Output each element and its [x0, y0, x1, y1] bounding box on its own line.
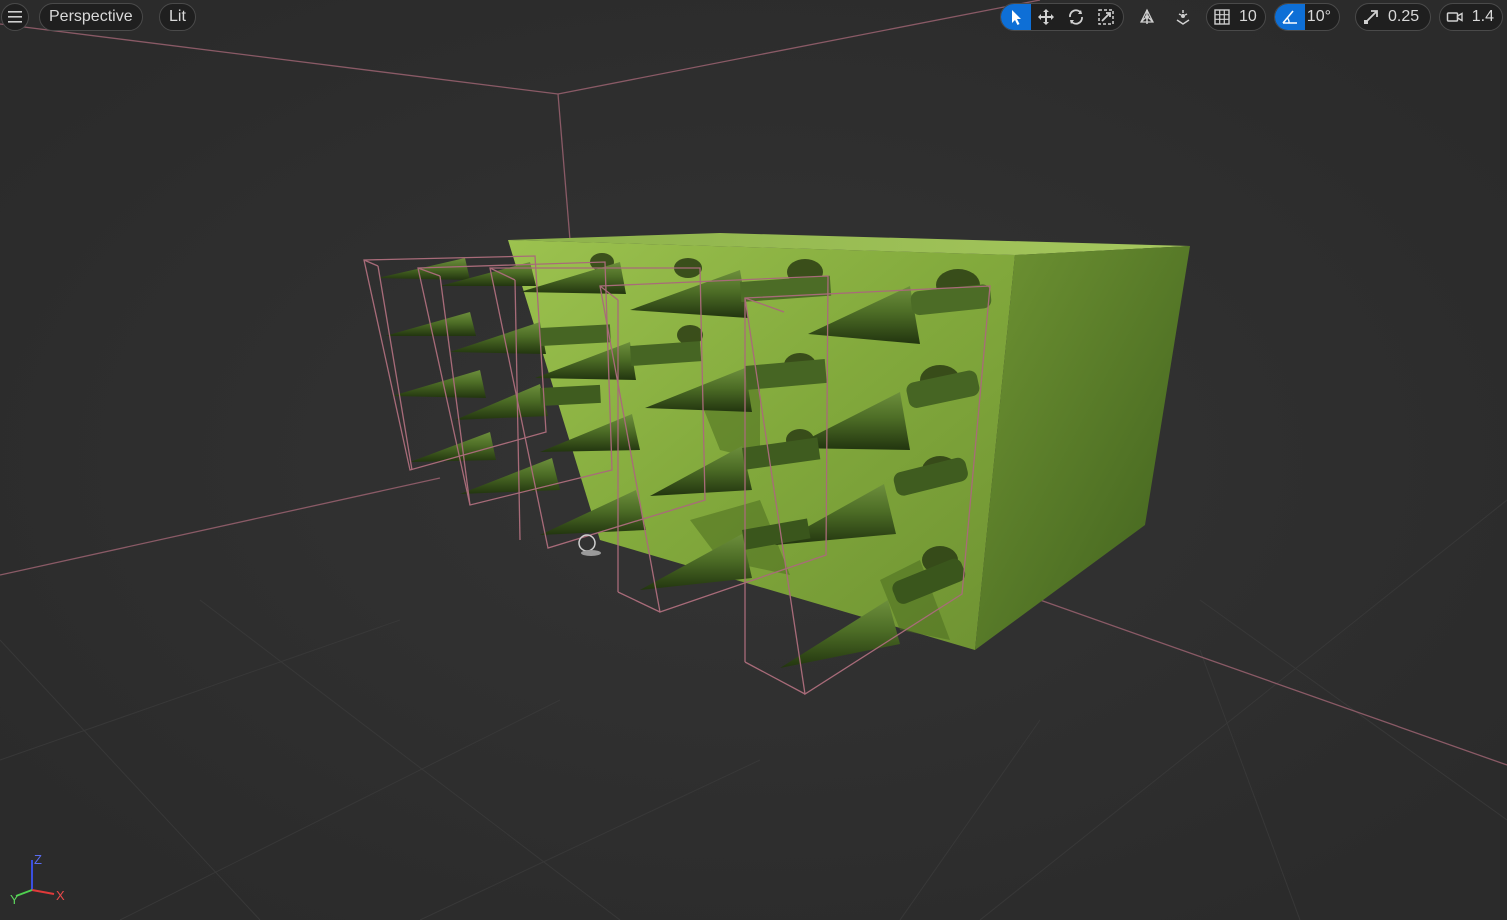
lighting-mode-label: Lit — [169, 8, 186, 25]
grid-icon — [1214, 9, 1230, 25]
transform-tools — [1000, 3, 1124, 31]
camera-speed-value[interactable]: 1.4 — [1470, 4, 1502, 30]
surface-snap-button[interactable] — [1168, 4, 1198, 30]
rotate-icon — [1069, 9, 1083, 25]
select-tool-button[interactable] — [1001, 4, 1031, 30]
rotate-tool-button[interactable] — [1061, 4, 1091, 30]
select-arrow-icon — [1012, 10, 1021, 25]
grid-snap-group[interactable]: 10 — [1206, 3, 1266, 31]
rotation-snap-button[interactable] — [1275, 4, 1305, 30]
scale-snap-group[interactable]: 0.25 — [1355, 3, 1431, 31]
rotation-snap-group[interactable]: 10° — [1274, 3, 1340, 31]
surface-snap-icon — [1176, 10, 1190, 25]
camera-speed-group[interactable]: 1.4 — [1439, 3, 1503, 31]
editor-viewport[interactable]: Perspective Lit 10 10° 0.25 1.4 Z X Y — [0, 0, 1507, 920]
scale-snap-icon — [1364, 10, 1378, 24]
z-axis-label: Z — [34, 852, 42, 867]
x-axis-line — [31, 889, 55, 895]
world-space-icon — [1140, 8, 1154, 24]
angle-icon — [1282, 10, 1297, 24]
scale-snap-value[interactable]: 0.25 — [1386, 4, 1427, 30]
translate-tool-button[interactable] — [1031, 4, 1061, 30]
scene-render[interactable] — [0, 0, 1507, 920]
world-space-button[interactable] — [1132, 4, 1162, 30]
viewport-menu-button[interactable] — [1, 3, 29, 31]
scale-icon — [1098, 9, 1114, 25]
translate-icon — [1038, 9, 1054, 25]
scale-snap-button[interactable] — [1356, 4, 1386, 30]
world-space-toggle[interactable] — [1132, 3, 1162, 31]
axis-gizmo: Z X Y — [10, 852, 65, 907]
view-mode-label: Perspective — [49, 8, 133, 25]
view-mode-button[interactable]: Perspective — [39, 3, 143, 31]
grid-snap-value[interactable]: 10 — [1237, 4, 1265, 30]
surface-snap-toggle[interactable] — [1168, 3, 1198, 31]
rotation-snap-value[interactable]: 10° — [1305, 4, 1339, 30]
camera-icon — [1446, 12, 1463, 22]
camera-speed-button[interactable] — [1440, 4, 1470, 30]
x-axis-label: X — [56, 888, 65, 903]
grid-snap-button[interactable] — [1207, 4, 1237, 30]
lighting-mode-button[interactable]: Lit — [159, 3, 196, 31]
y-axis-label: Y — [10, 892, 19, 907]
hamburger-menu-icon — [8, 11, 22, 23]
scale-tool-button[interactable] — [1091, 4, 1121, 30]
